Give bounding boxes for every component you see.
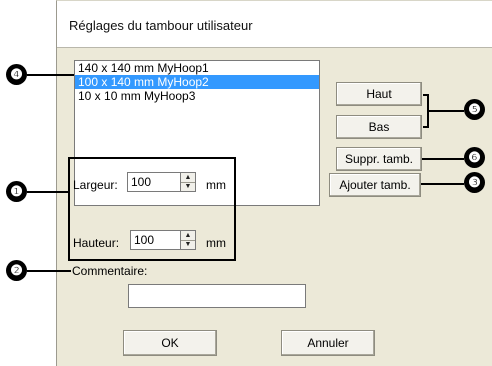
dialog-title: Réglages du tambour utilisateur <box>69 18 253 33</box>
callout-4-icon: ❹ <box>6 64 27 85</box>
comment-input[interactable] <box>128 284 306 308</box>
callout-5-icon: ❺ <box>464 99 485 120</box>
callout-2-icon: ❷ <box>6 260 27 281</box>
list-item-selected[interactable]: 100 x 140 mm MyHoop2 <box>75 75 319 89</box>
callout-1-line <box>27 191 68 193</box>
dialog-title-bar: Réglages du tambour utilisateur <box>57 1 492 48</box>
add-hoop-button[interactable]: Ajouter tamb. <box>329 173 421 197</box>
callout-6-line <box>422 158 464 160</box>
delete-hoop-button[interactable]: Suppr. tamb. <box>336 147 422 171</box>
callout-3-icon: ❸ <box>464 172 485 193</box>
size-fields-callout-box <box>68 157 236 261</box>
cancel-button[interactable]: Annuler <box>281 330 375 356</box>
callout-3-line <box>421 183 464 185</box>
move-down-button[interactable]: Bas <box>336 115 422 139</box>
callout-6-icon: ❻ <box>464 147 485 168</box>
callout-5-line <box>429 110 464 112</box>
callout-5-bracket-bottom <box>423 126 429 128</box>
ok-button[interactable]: OK <box>123 330 217 356</box>
comment-label: Commentaire: <box>72 264 148 278</box>
list-item[interactable]: 10 x 10 mm MyHoop3 <box>75 89 319 103</box>
list-item[interactable]: 140 x 140 mm MyHoop1 <box>75 61 319 75</box>
move-up-button[interactable]: Haut <box>336 82 422 106</box>
callout-1-icon: ❶ <box>6 181 27 202</box>
callout-4-line <box>27 74 74 76</box>
callout-2-line <box>27 270 71 272</box>
